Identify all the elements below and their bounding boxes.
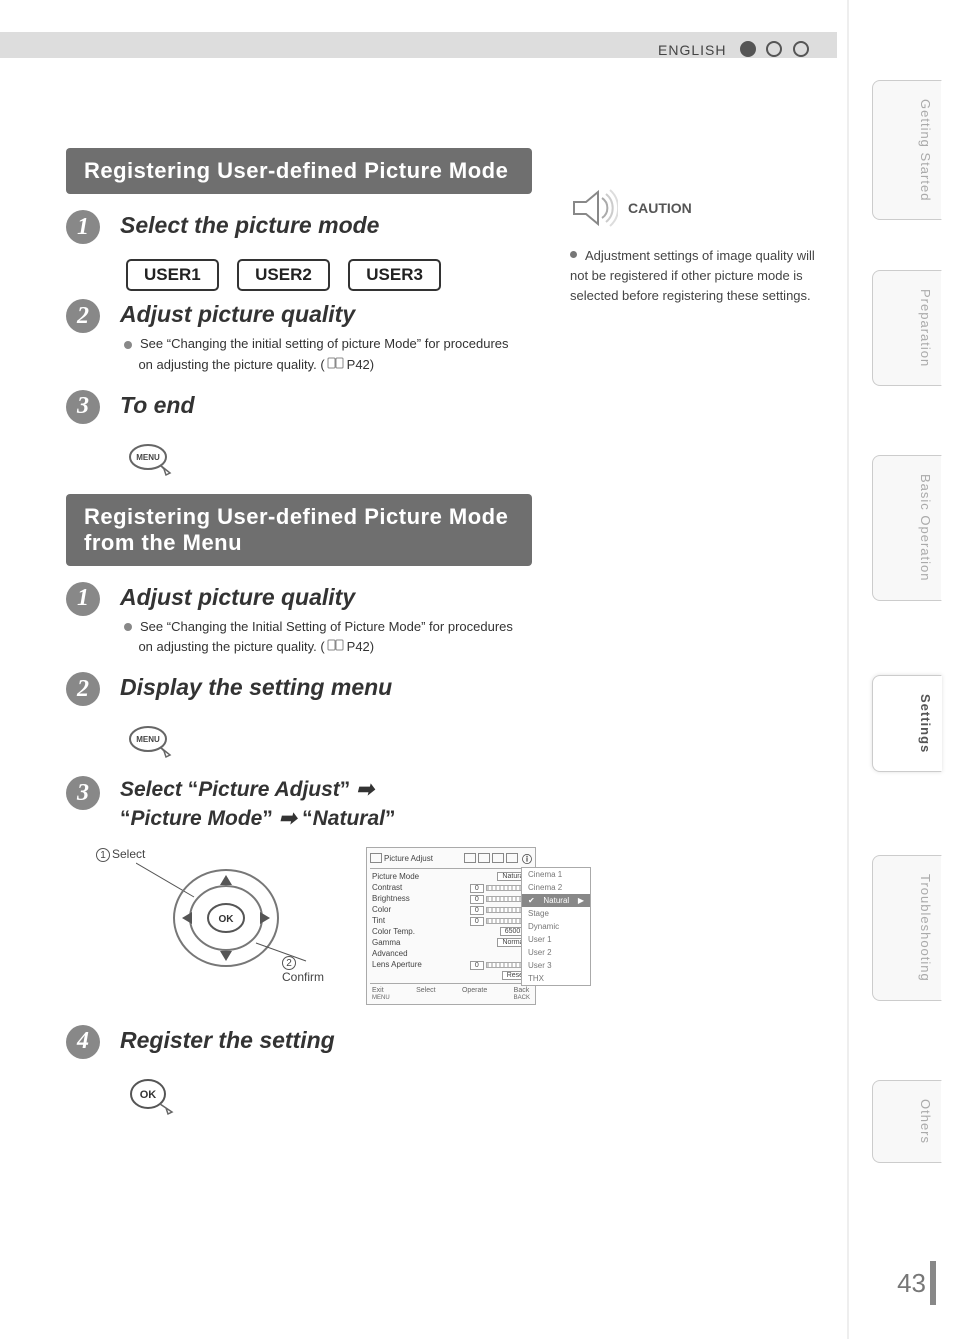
step-number-3-icon: 3	[66, 776, 100, 810]
diagram-select-label: 1Select	[96, 847, 145, 862]
s1-step2-note: See “Changing the initial setting of pic…	[124, 334, 836, 376]
page-ref-icon	[325, 357, 347, 369]
page-dots	[740, 40, 815, 58]
dot-empty-icon	[766, 41, 782, 57]
svg-text:OK: OK	[140, 1089, 157, 1101]
s2-step1: 1 Adjust picture quality See “Changing t…	[66, 582, 836, 659]
s1-step1-title: Select the picture mode	[120, 212, 836, 239]
tab-others[interactable]: Others	[872, 1080, 942, 1163]
user1-button[interactable]: USER1	[126, 259, 219, 291]
s2-step4: 4 Register the setting	[66, 1025, 836, 1060]
diagram-confirm-label: 2Confirm	[282, 955, 326, 984]
s2-step1-note: See “Changing the Initial Setting of Pic…	[124, 617, 836, 659]
page-number-accent	[930, 1261, 936, 1305]
s2-step3-title: Select “Picture Adjust” ➡ “Picture Mode”…	[120, 776, 836, 833]
s2-step2: 2 Display the setting menu	[66, 672, 836, 707]
section1-title: Registering User-defined Picture Mode	[66, 148, 532, 194]
tab-preparation[interactable]: Preparation	[872, 270, 942, 386]
menu-button-graphic: MENU	[126, 439, 836, 486]
info-icon: ⓘ	[522, 851, 532, 866]
step-number-1-icon: 1	[66, 210, 100, 244]
osd-dropdown: Cinema 1 Cinema 2 ✔Natural▶ Stage Dynami…	[521, 867, 591, 986]
arrow-right-icon: ➡	[273, 807, 302, 830]
step-number-3-icon: 3	[66, 390, 100, 424]
page-ref-icon	[325, 639, 347, 651]
s2-step3: 3 Select “Picture Adjust” ➡ “Picture Mod…	[66, 776, 836, 833]
ok-button-graphic: OK	[126, 1074, 836, 1125]
tab-getting-started[interactable]: Getting Started	[872, 80, 942, 220]
s1-step1: 1 Select the picture mode	[66, 210, 836, 245]
svg-text:MENU: MENU	[136, 453, 160, 462]
menu-button-graphic: MENU	[126, 721, 836, 768]
tab-settings[interactable]: Settings	[872, 675, 942, 772]
osd-icon	[492, 853, 504, 863]
osd-icon	[478, 853, 490, 863]
tab-troubleshooting[interactable]: Troubleshooting	[872, 855, 942, 1001]
s2-step4-title: Register the setting	[120, 1027, 836, 1054]
s1-step3: 3 To end	[66, 390, 836, 425]
s1-step2-title: Adjust picture quality	[120, 301, 836, 328]
step-number-1-icon: 1	[66, 582, 100, 616]
s2-step1-title: Adjust picture quality	[120, 584, 836, 611]
osd-screenshot: Picture Adjust ⓘ Picture ModeNatural Con…	[366, 847, 596, 1005]
s1-step2: 2 Adjust picture quality See “Changing t…	[66, 299, 836, 376]
osd-icon	[464, 853, 476, 863]
main-content: Registering User-defined Picture Mode 1 …	[66, 140, 836, 1125]
step-number-4-icon: 4	[66, 1025, 100, 1059]
s1-step3-title: To end	[120, 392, 836, 419]
osd-icon	[506, 853, 518, 863]
osd-tab-icon	[370, 853, 382, 863]
step-number-2-icon: 2	[66, 299, 100, 333]
svg-text:MENU: MENU	[136, 735, 160, 744]
user-mode-buttons: USER1 USER2 USER3	[126, 259, 836, 291]
page: ENGLISH Getting Started Preparation Basi…	[0, 0, 954, 1339]
select-confirm-diagram: 1Select OK 2Confirm	[96, 847, 836, 1005]
dot-filled-icon	[740, 41, 756, 57]
page-number: 43	[897, 1268, 926, 1299]
s2-step2-title: Display the setting menu	[120, 674, 836, 701]
tab-basic-operation[interactable]: Basic Operation	[872, 455, 942, 601]
dot-empty-icon	[793, 41, 809, 57]
svg-text:OK: OK	[219, 914, 235, 925]
section2-title: Registering User-defined Picture Mode fr…	[66, 494, 532, 566]
osd-tab-label: Picture Adjust	[384, 854, 433, 863]
language-label: ENGLISH	[658, 42, 726, 58]
arrow-right-icon: ➡	[350, 778, 373, 801]
step-number-2-icon: 2	[66, 672, 100, 706]
user2-button[interactable]: USER2	[237, 259, 330, 291]
user3-button[interactable]: USER3	[348, 259, 441, 291]
sidebar-tabs: Getting Started Preparation Basic Operat…	[847, 0, 954, 1339]
